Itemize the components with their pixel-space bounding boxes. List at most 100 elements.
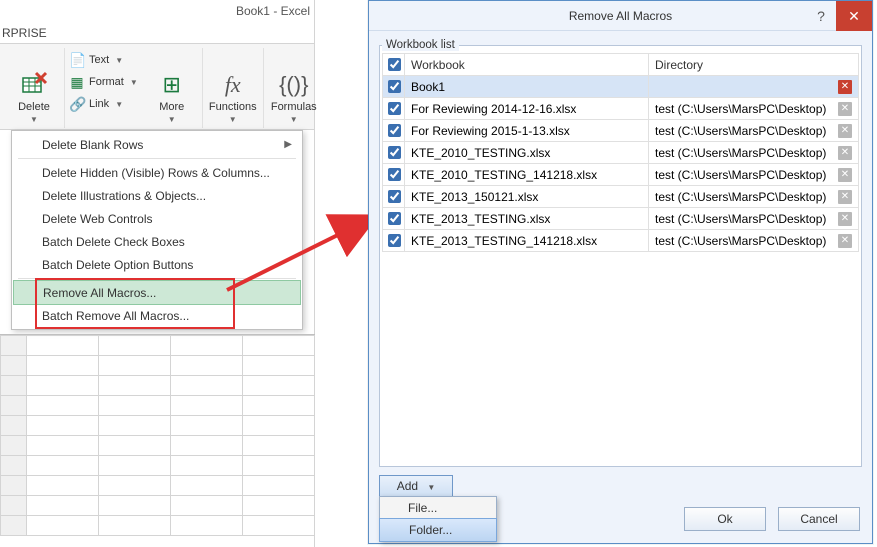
chevron-right-icon: ▶	[284, 139, 292, 150]
remove-row-icon[interactable]: ✕	[838, 234, 852, 248]
ribbon-tab-fragment[interactable]: RPRISE	[0, 22, 314, 44]
dialog-titlebar[interactable]: Remove All Macros ? ✕	[369, 1, 872, 31]
menu-item-label: Delete Web Controls	[42, 212, 153, 226]
menu-item-label: Batch Delete Option Buttons	[42, 258, 193, 272]
delete-label: Delete	[18, 101, 50, 113]
add-button[interactable]: Add ▼	[379, 475, 453, 497]
close-button[interactable]: ✕	[836, 1, 872, 31]
worksheet-grid[interactable]	[0, 334, 315, 544]
menu-item[interactable]: Remove All Macros...	[13, 280, 301, 305]
delete-button[interactable]: Delete ▼	[10, 52, 58, 124]
remove-row-icon[interactable]: ✕	[838, 212, 852, 226]
cancel-button[interactable]: Cancel	[778, 507, 860, 531]
row-checkbox[interactable]	[388, 80, 401, 93]
menu-item[interactable]: Batch Remove All Macros...	[14, 304, 300, 327]
menu-item[interactable]: Delete Hidden (Visible) Rows & Columns..…	[14, 161, 300, 184]
link-icon: 🔗	[69, 96, 85, 113]
menu-item[interactable]: Delete Web Controls	[14, 207, 300, 230]
help-icon: ?	[817, 8, 825, 24]
more-button[interactable]: ⊞ More ▼	[148, 52, 196, 124]
workbook-list-group: Workbook list Workbook Directory Book1✕F…	[379, 39, 862, 467]
workbook-directory: test (C:\Users\MarsPC\Desktop)✕	[649, 142, 859, 164]
menu-item[interactable]: Delete Illustrations & Objects...	[14, 184, 300, 207]
table-row[interactable]: KTE_2013_150121.xlsxtest (C:\Users\MarsP…	[383, 186, 859, 208]
workbook-name: Book1	[405, 76, 649, 98]
chevron-down-icon: ▼	[427, 483, 435, 492]
menu-item[interactable]: Batch Delete Option Buttons	[14, 253, 300, 276]
add-file-item[interactable]: File...	[380, 497, 496, 519]
remove-macros-dialog: Remove All Macros ? ✕ Workbook list Work…	[368, 0, 873, 544]
table-row[interactable]: KTE_2013_TESTING_141218.xlsxtest (C:\Use…	[383, 230, 859, 252]
chevron-down-icon: ▼	[115, 100, 123, 109]
workbook-table: Workbook Directory Book1✕For Reviewing 2…	[382, 53, 859, 252]
header-check[interactable]	[383, 54, 405, 76]
remove-row-icon[interactable]: ✕	[838, 146, 852, 160]
row-checkbox[interactable]	[388, 124, 401, 137]
chevron-down-icon: ▼	[290, 115, 298, 124]
add-menu: File... Folder...	[379, 496, 497, 542]
workbook-directory: ✕	[649, 76, 859, 98]
remove-row-icon[interactable]: ✕	[838, 80, 852, 94]
link-button[interactable]: 🔗 Link ▼	[69, 94, 138, 114]
functions-button[interactable]: fx Functions ▼	[209, 52, 257, 124]
menu-item-label: Batch Remove All Macros...	[42, 309, 189, 323]
workbook-name: KTE_2013_150121.xlsx	[405, 186, 649, 208]
ribbon: Delete ▼ 📄 Text ▼ ▦ Format ▼ 🔗 Link ▼	[0, 44, 314, 130]
ok-button[interactable]: Ok	[684, 507, 766, 531]
row-checkbox[interactable]	[388, 234, 401, 247]
remove-row-icon[interactable]: ✕	[838, 102, 852, 116]
row-checkbox[interactable]	[388, 212, 401, 225]
delete-icon	[20, 69, 48, 101]
row-checkbox[interactable]	[388, 190, 401, 203]
workbook-name: KTE_2010_TESTING.xlsx	[405, 142, 649, 164]
more-icon: ⊞	[163, 69, 181, 101]
header-workbook[interactable]: Workbook	[405, 54, 649, 76]
chevron-down-icon: ▼	[130, 78, 138, 87]
table-row[interactable]: Book1 ✕	[383, 76, 859, 98]
select-all-checkbox[interactable]	[388, 58, 401, 71]
workbook-name: For Reviewing 2014-12-16.xlsx	[405, 98, 649, 120]
text-icon: 📄	[69, 52, 85, 69]
functions-icon: fx	[225, 69, 241, 101]
workbook-directory: test (C:\Users\MarsPC\Desktop)✕	[649, 208, 859, 230]
text-label: Text	[89, 54, 109, 66]
formulas-icon: {()}	[279, 69, 308, 101]
ok-label: Ok	[717, 512, 732, 526]
row-checkbox[interactable]	[388, 146, 401, 159]
workbook-name: KTE_2013_TESTING.xlsx	[405, 208, 649, 230]
cancel-label: Cancel	[800, 512, 837, 526]
delete-menu: Delete Blank Rows ▶ Delete Hidden (Visible…	[11, 130, 303, 330]
format-button[interactable]: ▦ Format ▼	[69, 72, 138, 92]
excel-window: Book1 - Excel RPRISE Delete ▼	[0, 0, 315, 547]
close-icon: ✕	[848, 8, 860, 25]
table-row[interactable]: KTE_2010_TESTING.xlsxtest (C:\Users\Mars…	[383, 142, 859, 164]
chevron-down-icon: ▼	[30, 115, 38, 124]
help-button[interactable]: ?	[806, 1, 836, 31]
add-file-label: File...	[408, 501, 437, 515]
header-directory[interactable]: Directory	[649, 54, 859, 76]
row-checkbox[interactable]	[388, 168, 401, 181]
workbook-name: KTE_2013_TESTING_141218.xlsx	[405, 230, 649, 252]
menu-item-label: Delete Hidden (Visible) Rows & Columns..…	[42, 166, 270, 180]
table-row[interactable]: KTE_2013_TESTING.xlsxtest (C:\Users\Mars…	[383, 208, 859, 230]
workbook-directory: test (C:\Users\MarsPC\Desktop)✕	[649, 164, 859, 186]
chevron-down-icon: ▼	[229, 115, 237, 124]
menu-item-label: Batch Delete Check Boxes	[42, 235, 185, 249]
add-folder-item[interactable]: Folder...	[379, 518, 497, 542]
table-row[interactable]: For Reviewing 2015-1-13.xlsxtest (C:\Use…	[383, 120, 859, 142]
formulas-button[interactable]: {()} Formulas ▼	[270, 52, 318, 124]
row-checkbox[interactable]	[388, 102, 401, 115]
remove-row-icon[interactable]: ✕	[838, 190, 852, 204]
menu-item[interactable]: Delete Blank Rows ▶	[14, 133, 300, 156]
workbook-directory: test (C:\Users\MarsPC\Desktop)✕	[649, 120, 859, 142]
table-row[interactable]: For Reviewing 2014-12-16.xlsxtest (C:\Us…	[383, 98, 859, 120]
remove-row-icon[interactable]: ✕	[838, 168, 852, 182]
workbook-name: For Reviewing 2015-1-13.xlsx	[405, 120, 649, 142]
remove-row-icon[interactable]: ✕	[838, 124, 852, 138]
menu-item-label: Delete Blank Rows	[42, 138, 143, 152]
table-row[interactable]: KTE_2010_TESTING_141218.xlsxtest (C:\Use…	[383, 164, 859, 186]
functions-label: Functions	[209, 101, 257, 113]
text-button[interactable]: 📄 Text ▼	[69, 50, 138, 70]
menu-item-label: Remove All Macros...	[43, 286, 156, 300]
menu-item[interactable]: Batch Delete Check Boxes	[14, 230, 300, 253]
